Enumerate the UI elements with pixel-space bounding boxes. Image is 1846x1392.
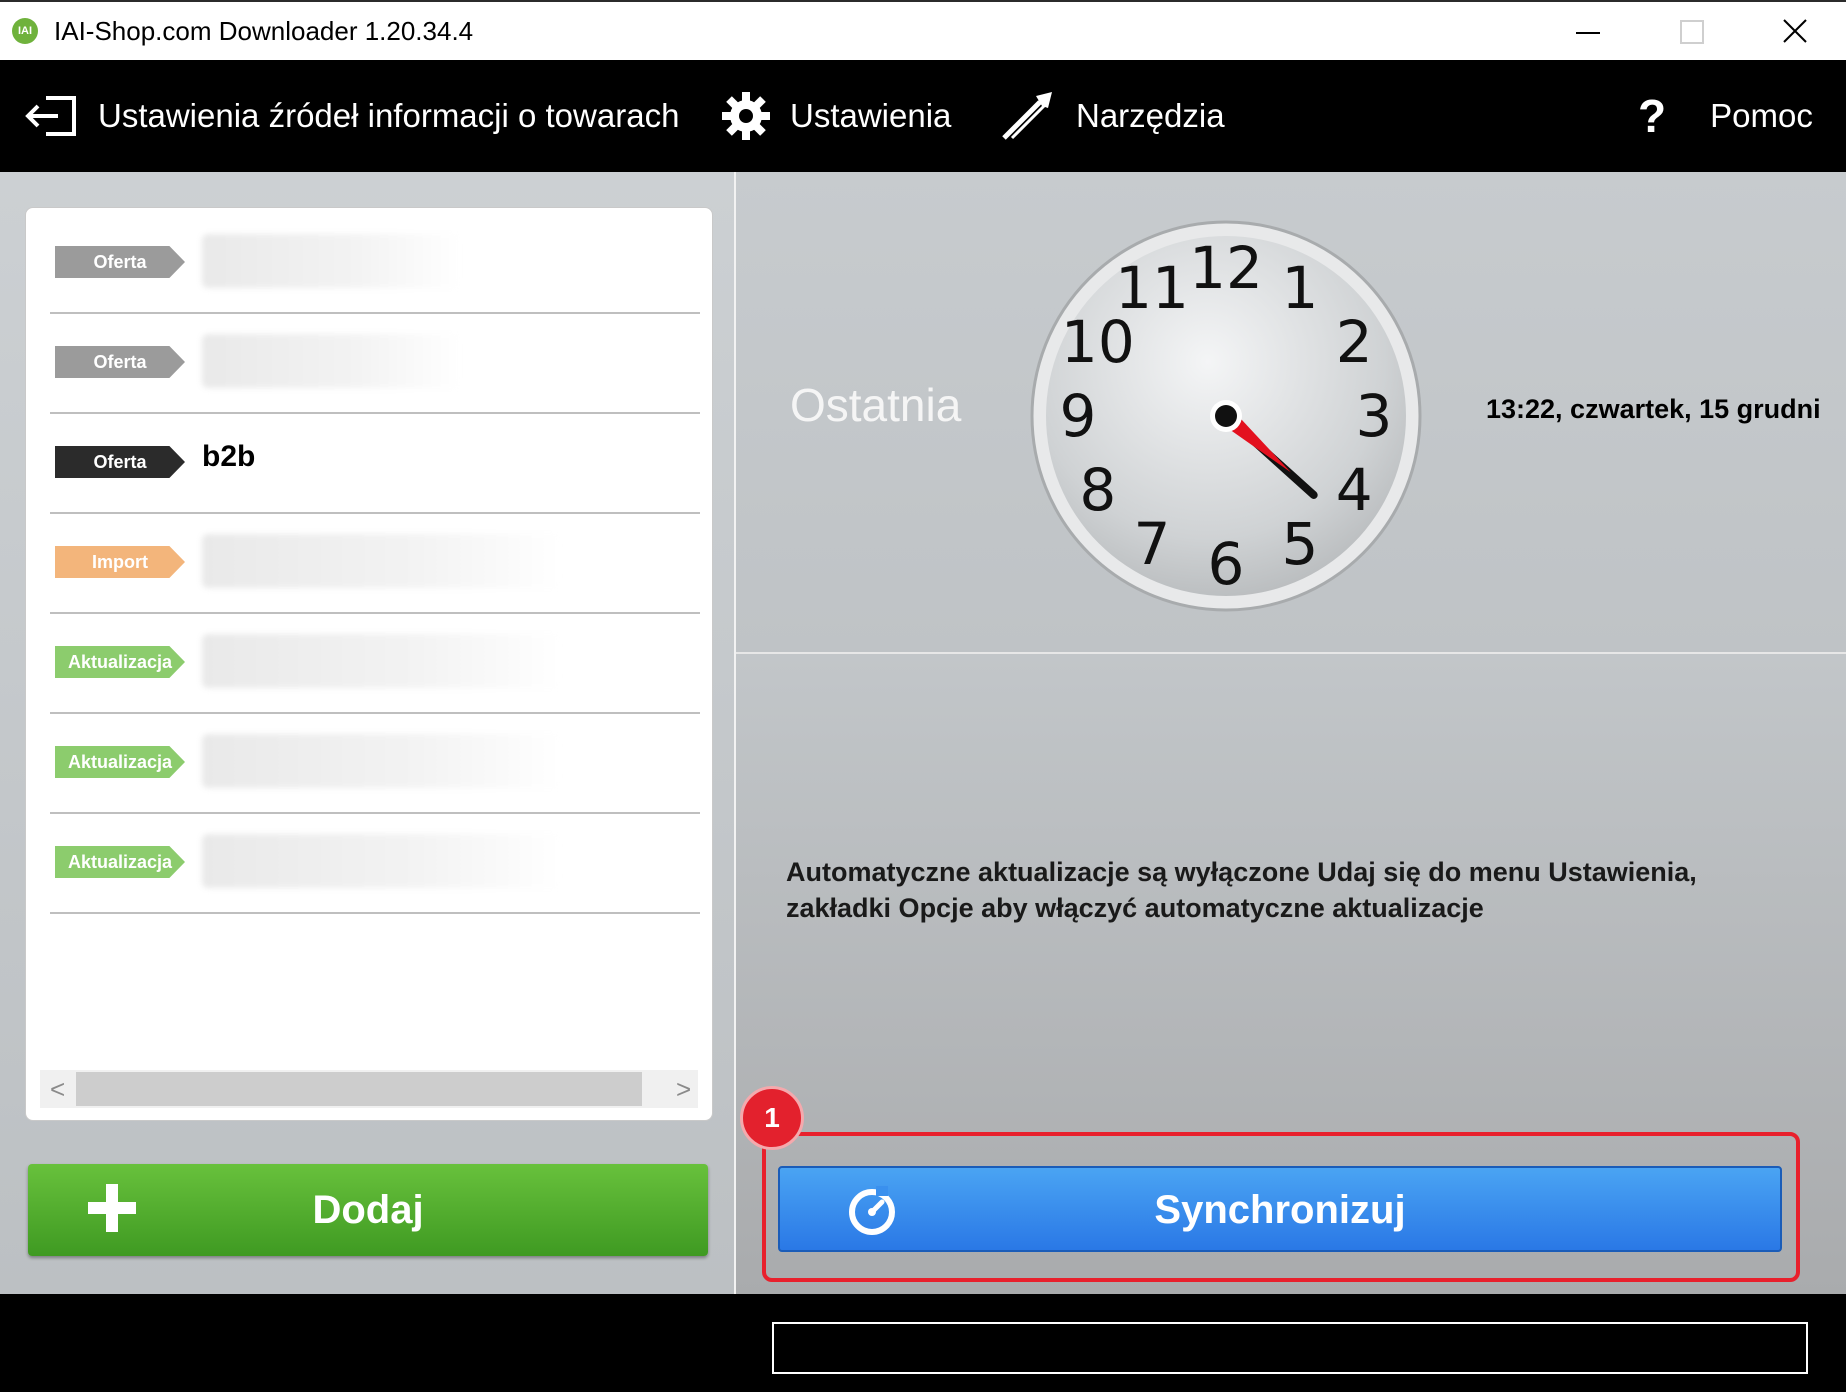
add-button[interactable]: Dodaj (28, 1164, 708, 1256)
minimize-button[interactable] (1534, 2, 1638, 60)
menu-help-label: Pomoc (1710, 97, 1813, 134)
auto-update-info: Automatyczne aktualizacje są wyłączone U… (786, 857, 1697, 923)
scroll-right-icon[interactable]: > (676, 1074, 691, 1105)
clock-number: 7 (1134, 510, 1171, 578)
sync-button-label: Synchronizuj (1154, 1188, 1406, 1232)
source-list-item[interactable]: Oferta b2b (50, 412, 700, 514)
clock-number: 5 (1282, 510, 1319, 578)
last-sync-label: Ostatnia (790, 379, 962, 431)
clock-number: 9 (1060, 382, 1097, 450)
clock-number: 11 (1115, 254, 1189, 322)
last-sync-time: 13:22, czwartek, 15 grudni (1486, 394, 1821, 424)
menu-item-settings[interactable]: Ustawienia (720, 60, 951, 172)
title-bar: IAI IAI-Shop.com Downloader 1.20.34.4 (0, 0, 1846, 60)
gear-icon (722, 92, 770, 140)
wrench-icon (1002, 92, 1052, 140)
step-marker: 1 (740, 1086, 804, 1150)
menu-bar: Ustawienia źródeł informacji o towarach … (0, 60, 1846, 172)
source-list-item[interactable]: Oferta (50, 312, 700, 414)
clock-number: 3 (1356, 382, 1393, 450)
source-list-item[interactable]: Import (50, 512, 700, 614)
menu-sources-label: Ustawienia źródeł informacji o towarach (98, 97, 680, 134)
scroll-left-icon[interactable]: < (50, 1074, 65, 1105)
maximize-button[interactable] (1638, 2, 1742, 60)
source-type-badge: Oferta (55, 446, 185, 478)
app-icon: IAI (12, 18, 38, 44)
source-type-badge: Import (55, 546, 185, 578)
clock-icon: 12 1234567891011 (1030, 220, 1422, 612)
redacted-source-name (202, 534, 562, 588)
clock-number: 6 (1208, 530, 1245, 598)
source-name: b2b (202, 440, 256, 473)
redacted-source-name (202, 834, 562, 888)
clock-number: 1 (1282, 254, 1319, 322)
menu-item-tools[interactable]: Narzędzia (998, 60, 1225, 172)
menu-settings-label: Ustawienia (790, 97, 952, 134)
scrollbar-thumb[interactable] (76, 1072, 642, 1106)
last-sync-panel: Ostatnia 12 1 2 3 4 5 6 7 8 9 10 11 13:22, czwartek… (736, 172, 1846, 654)
menu-item-sources[interactable]: Ustawienia źródeł informacji o towarach (24, 60, 679, 172)
menu-tools-label: Narzędzia (1076, 97, 1225, 134)
login-arrow-icon (25, 96, 76, 136)
close-button[interactable] (1742, 2, 1846, 60)
menu-item-help[interactable]: ? Pomoc (1638, 60, 1813, 172)
clock-number: 12 (1189, 234, 1263, 302)
close-icon (1783, 19, 1807, 43)
progress-bar (772, 1322, 1808, 1374)
clock-number: 4 (1336, 456, 1373, 524)
question-mark-icon: ? (1638, 90, 1667, 142)
sync-panel: Automatyczne aktualizacje są wyłączone U… (736, 654, 1846, 1294)
add-button-label: Dodaj (312, 1188, 424, 1232)
source-type-badge: Aktualizacja (55, 646, 185, 678)
source-type-badge: Oferta (55, 346, 185, 378)
horizontal-scrollbar[interactable]: < > (40, 1070, 698, 1108)
clock-number: 2 (1336, 308, 1373, 376)
sources-list: Oferta Oferta Oferta b2b Import Aktualizacja A… (25, 207, 713, 1121)
source-type-badge: Aktualizacja (55, 746, 185, 778)
sources-panel: Oferta Oferta Oferta b2b Import Aktualizacja A… (0, 172, 734, 1294)
clock-number: 8 (1079, 456, 1116, 524)
sync-button[interactable]: Synchronizuj (778, 1166, 1782, 1252)
status-bar (0, 1294, 1846, 1392)
redacted-source-name (202, 334, 462, 388)
window-title: IAI-Shop.com Downloader 1.20.34.4 (54, 16, 474, 46)
source-list-item[interactable]: Oferta (50, 212, 700, 314)
redacted-source-name (202, 634, 562, 688)
source-type-badge: Aktualizacja (55, 846, 185, 878)
redacted-source-name (202, 234, 462, 288)
redacted-source-name (202, 734, 562, 788)
source-list-item[interactable]: Aktualizacja (50, 612, 700, 714)
source-list-item[interactable]: Aktualizacja (50, 812, 700, 914)
source-list-item[interactable]: Aktualizacja (50, 712, 700, 814)
source-type-badge: Oferta (55, 246, 185, 278)
